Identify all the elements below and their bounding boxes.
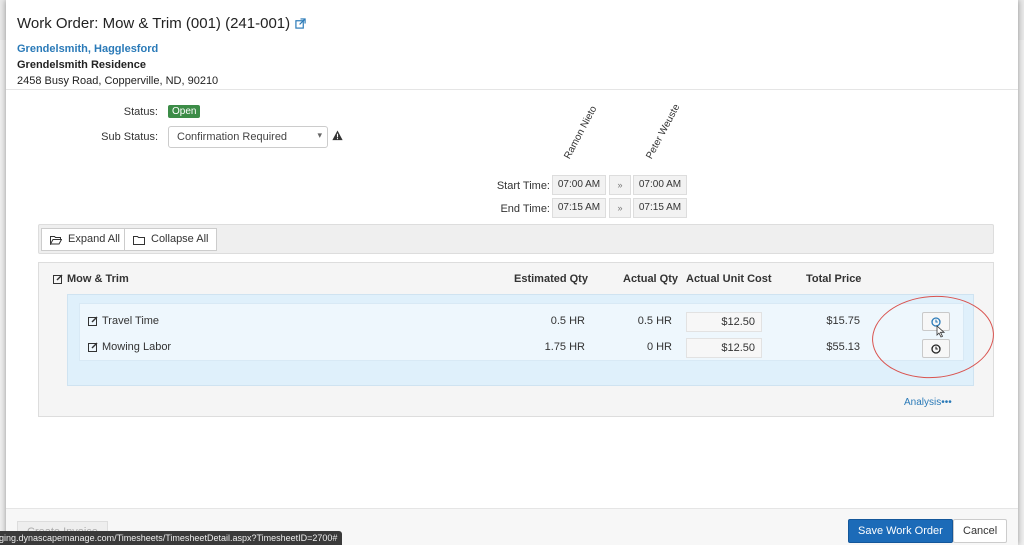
col-estimated-qty: Estimated Qty	[514, 273, 588, 285]
save-work-order-button[interactable]: Save Work Order	[848, 519, 953, 543]
edit-icon	[88, 342, 98, 352]
modal-title-text: Work Order: Mow & Trim (001) (241-001)	[17, 15, 291, 32]
estimated-qty: 0.5 HR	[550, 315, 585, 327]
task-toolbar: Expand All Collapse All	[38, 224, 994, 254]
task-items-card: Travel Time 0.5 HR 0.5 HR $12.50 $15.75	[79, 303, 964, 361]
start-time-label: Start Time:	[496, 180, 550, 192]
expand-all-button[interactable]: Expand All	[41, 228, 129, 251]
browser-status-url: ging.dynascapemanage.com/Timesheets/Time…	[0, 531, 343, 545]
col-total-price: Total Price	[806, 273, 862, 285]
warning-icon	[332, 130, 343, 141]
modal-header: Work Order: Mow & Trim (001) (241-001) G…	[6, 0, 1018, 90]
analysis-link[interactable]: Analysis•••	[904, 397, 952, 408]
sub-status-value: Confirmation Required	[177, 131, 288, 143]
col-actual-unit-cost: Actual Unit Cost	[686, 273, 772, 285]
status-label: Status:	[123, 106, 158, 118]
start-time-input-2[interactable]: 07:00 AM	[633, 175, 687, 195]
employee-name-1: Ramon Nieto	[562, 104, 600, 161]
modal-title: Work Order: Mow & Trim (001) (241-001)	[17, 15, 1018, 32]
task-items-container: Travel Time 0.5 HR 0.5 HR $12.50 $15.75	[67, 294, 974, 386]
site-address: 2458 Busy Road, Copperville, ND, 90210	[17, 75, 219, 87]
estimated-qty: 1.75 HR	[544, 341, 585, 353]
total-price: $55.13	[826, 341, 860, 353]
status-badge: Open	[168, 105, 201, 118]
collapse-all-button[interactable]: Collapse All	[124, 228, 218, 251]
task-name: Mow & Trim	[67, 273, 129, 285]
end-time-input-2[interactable]: 07:15 AM	[633, 198, 687, 218]
cancel-button[interactable]: Cancel	[953, 519, 1008, 543]
edit-icon	[53, 274, 63, 284]
folder-icon	[133, 235, 145, 245]
end-time-label: End Time:	[500, 203, 550, 215]
total-price: $15.75	[826, 315, 860, 327]
item-name: Travel Time	[102, 315, 160, 327]
collapse-all-label: Collapse All	[151, 233, 209, 245]
unit-cost[interactable]: $12.50	[686, 338, 762, 358]
end-time-input-1[interactable]: 07:15 AM	[552, 198, 606, 218]
col-actual-qty: Actual Qty	[623, 273, 679, 285]
folder-open-icon	[50, 235, 62, 245]
table-row[interactable]: Mowing Labor	[88, 341, 171, 353]
customer-link[interactable]: Grendelsmith, Hagglesford	[17, 43, 1018, 55]
copy-end-time-button[interactable]: »	[609, 198, 631, 218]
task-header[interactable]: Mow & Trim	[53, 273, 129, 285]
table-row[interactable]: Travel Time	[88, 315, 159, 327]
sub-status-label: Sub Status:	[101, 131, 158, 143]
edit-icon	[88, 316, 98, 326]
expand-all-label: Expand All	[68, 233, 120, 245]
actual-qty: 0 HR	[646, 341, 672, 353]
work-order-modal: Work Order: Mow & Trim (001) (241-001) G…	[6, 0, 1018, 545]
copy-start-time-button[interactable]: »	[609, 175, 631, 195]
start-time-input-1[interactable]: 07:00 AM	[552, 175, 606, 195]
task-panel: Mow & Trim Estimated Qty Actual Qty Actu…	[38, 262, 994, 417]
chevron-down-icon: ▾	[317, 130, 322, 140]
item-name: Mowing Labor	[102, 341, 172, 353]
sub-status-select[interactable]: Confirmation Required ▾	[168, 126, 328, 148]
external-link-icon[interactable]	[295, 18, 306, 29]
site-name: Grendelsmith Residence	[17, 59, 146, 71]
mouse-pointer-icon	[936, 325, 945, 338]
unit-cost[interactable]: $12.50	[686, 312, 762, 332]
actual-qty: 0.5 HR	[637, 315, 672, 327]
employee-name-2: Peter Weuste	[644, 102, 683, 161]
